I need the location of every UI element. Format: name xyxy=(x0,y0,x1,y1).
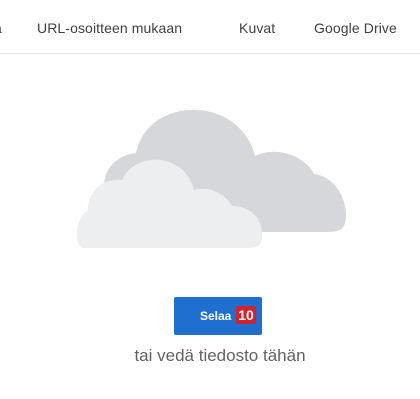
tab-images[interactable]: Kuvat xyxy=(239,20,275,36)
cloud-icon xyxy=(76,109,346,248)
file-picker-dialog: a URL-osoitteen mukaan Kuvat Google Driv… xyxy=(0,0,420,399)
tab-bar: a URL-osoitteen mukaan Kuvat Google Driv… xyxy=(0,0,420,54)
tab-previous[interactable]: a xyxy=(0,20,2,36)
drop-hint-text: tai vedä tiedosto tähän xyxy=(134,346,306,365)
browse-button-label: Selaa xyxy=(200,309,232,323)
tab-google-drive[interactable]: Google Drive xyxy=(314,20,397,36)
tab-by-url[interactable]: URL-osoitteen mukaan xyxy=(37,20,182,36)
browse-button[interactable]: Selaa 10 xyxy=(174,297,262,335)
hint-badge: 10 xyxy=(236,306,256,324)
